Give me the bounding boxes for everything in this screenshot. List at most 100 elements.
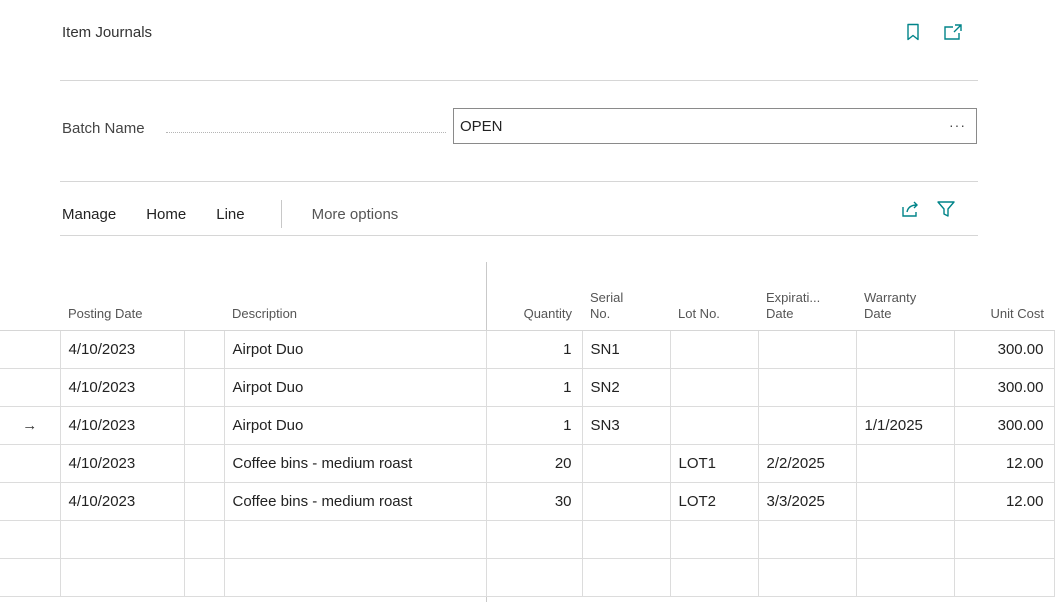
open-new-window-icon[interactable] bbox=[943, 22, 963, 42]
cell-description[interactable] bbox=[223, 519, 487, 559]
cell-lot-no[interactable] bbox=[669, 519, 759, 559]
col-expiration-date[interactable]: Expirati... Date bbox=[758, 280, 856, 331]
batch-divider bbox=[60, 181, 978, 182]
bookmark-icon[interactable] bbox=[903, 22, 923, 42]
table-row[interactable]: 4/10/2023 Coffee bins - medium roast 30 … bbox=[0, 481, 1055, 521]
cell-serial-no[interactable] bbox=[581, 481, 671, 521]
col-serial-no-line2: No. bbox=[590, 305, 611, 321]
cell-description[interactable]: Airpot Duo bbox=[223, 405, 487, 445]
cell-unit-cost[interactable]: 300.00 bbox=[953, 405, 1055, 445]
cell-posting-date[interactable]: 4/10/2023 bbox=[59, 405, 185, 445]
cell-serial-no[interactable] bbox=[581, 519, 671, 559]
cell-expiration-date[interactable] bbox=[757, 329, 857, 369]
batch-name-value: OPEN bbox=[460, 117, 503, 135]
batch-name-leader bbox=[166, 132, 446, 133]
empty-row[interactable] bbox=[0, 519, 1055, 559]
cell-unit-cost[interactable] bbox=[953, 557, 1055, 597]
row-indicator: → bbox=[0, 405, 61, 445]
col-unit-cost[interactable]: Unit Cost bbox=[954, 280, 1054, 331]
cell-quantity[interactable]: 1 bbox=[485, 405, 583, 445]
cell-serial-no[interactable] bbox=[581, 443, 671, 483]
cell-quantity[interactable] bbox=[485, 557, 583, 597]
col-expiration-line2: Date bbox=[766, 305, 794, 321]
action-icons bbox=[900, 199, 956, 219]
journal-lines-grid: Posting Date Description Quantity Serial… bbox=[0, 280, 1055, 597]
cell-warranty-date[interactable]: 1/1/2025 bbox=[855, 405, 955, 445]
col-description[interactable]: Description bbox=[224, 280, 486, 331]
action-home[interactable]: Home bbox=[146, 206, 186, 223]
batch-name-lookup-button[interactable]: ··· bbox=[949, 117, 966, 133]
cell-unit-cost[interactable]: 12.00 bbox=[953, 443, 1055, 483]
cell-warranty-date[interactable] bbox=[855, 367, 955, 407]
cell-warranty-date[interactable] bbox=[855, 481, 955, 521]
col-posting-date[interactable]: Posting Date bbox=[60, 280, 184, 331]
cell-lot-no[interactable]: LOT1 bbox=[669, 443, 759, 483]
cell-quantity[interactable] bbox=[485, 519, 583, 559]
cell-spacer bbox=[183, 329, 225, 369]
cell-serial-no[interactable]: SN1 bbox=[581, 329, 671, 369]
cell-warranty-date[interactable] bbox=[855, 557, 955, 597]
table-row[interactable]: → 4/10/2023 Airpot Duo 1 SN3 1/1/2025 30… bbox=[0, 405, 1055, 445]
cell-unit-cost[interactable]: 300.00 bbox=[953, 367, 1055, 407]
cell-lot-no[interactable] bbox=[669, 405, 759, 445]
col-lot-no[interactable]: Lot No. bbox=[670, 280, 758, 331]
col-quantity[interactable]: Quantity bbox=[486, 280, 582, 331]
share-icon[interactable] bbox=[900, 199, 920, 219]
cell-spacer bbox=[183, 367, 225, 407]
cell-expiration-date[interactable] bbox=[757, 557, 857, 597]
cell-warranty-date[interactable] bbox=[855, 329, 955, 369]
cell-description[interactable]: Airpot Duo bbox=[223, 367, 487, 407]
table-row[interactable]: 4/10/2023 Airpot Duo 1 SN2 300.00 bbox=[0, 367, 1055, 407]
cell-lot-no[interactable]: LOT2 bbox=[669, 481, 759, 521]
cell-quantity[interactable]: 1 bbox=[485, 329, 583, 369]
cell-serial-no[interactable]: SN2 bbox=[581, 367, 671, 407]
table-row[interactable]: 4/10/2023 Coffee bins - medium roast 20 … bbox=[0, 443, 1055, 483]
cell-expiration-date[interactable] bbox=[757, 367, 857, 407]
cell-expiration-date[interactable] bbox=[757, 405, 857, 445]
cell-warranty-date[interactable] bbox=[855, 443, 955, 483]
col-serial-no[interactable]: Serial No. bbox=[582, 280, 670, 331]
cell-posting-date[interactable]: 4/10/2023 bbox=[59, 481, 185, 521]
cell-description[interactable]: Airpot Duo bbox=[223, 329, 487, 369]
cell-unit-cost[interactable] bbox=[953, 519, 1055, 559]
row-indicator bbox=[0, 557, 61, 597]
cell-spacer bbox=[183, 443, 225, 483]
cell-posting-date[interactable]: 4/10/2023 bbox=[59, 329, 185, 369]
cell-quantity[interactable]: 1 bbox=[485, 367, 583, 407]
cell-expiration-date[interactable] bbox=[757, 519, 857, 559]
cell-posting-date[interactable] bbox=[59, 557, 185, 597]
cell-lot-no[interactable] bbox=[669, 557, 759, 597]
cell-posting-date[interactable]: 4/10/2023 bbox=[59, 443, 185, 483]
cell-description[interactable]: Coffee bins - medium roast bbox=[223, 443, 487, 483]
cell-unit-cost[interactable]: 12.00 bbox=[953, 481, 1055, 521]
action-more-options[interactable]: More options bbox=[312, 206, 399, 223]
cell-expiration-date[interactable]: 2/2/2025 bbox=[757, 443, 857, 483]
filter-icon[interactable] bbox=[936, 199, 956, 219]
col-warranty-date[interactable]: Warranty Date bbox=[856, 280, 954, 331]
cell-description[interactable] bbox=[223, 557, 487, 597]
table-row[interactable]: 4/10/2023 Airpot Duo 1 SN1 300.00 bbox=[0, 329, 1055, 369]
cell-description[interactable]: Coffee bins - medium roast bbox=[223, 481, 487, 521]
cell-serial-no[interactable] bbox=[581, 557, 671, 597]
cell-posting-date[interactable]: 4/10/2023 bbox=[59, 367, 185, 407]
cell-serial-no[interactable]: SN3 bbox=[581, 405, 671, 445]
action-line[interactable]: Line bbox=[216, 206, 244, 223]
cell-unit-cost[interactable]: 300.00 bbox=[953, 329, 1055, 369]
row-indicator bbox=[0, 481, 61, 521]
cell-warranty-date[interactable] bbox=[855, 519, 955, 559]
cell-spacer bbox=[183, 481, 225, 521]
cell-lot-no[interactable] bbox=[669, 367, 759, 407]
col-indicator bbox=[0, 280, 60, 331]
action-separator bbox=[280, 200, 282, 228]
cell-quantity[interactable]: 20 bbox=[485, 443, 583, 483]
empty-row[interactable] bbox=[0, 557, 1055, 597]
cell-quantity[interactable]: 30 bbox=[485, 481, 583, 521]
cell-expiration-date[interactable]: 3/3/2025 bbox=[757, 481, 857, 521]
batch-name-field[interactable]: OPEN ··· bbox=[453, 108, 977, 144]
cell-lot-no[interactable] bbox=[669, 329, 759, 369]
header-divider bbox=[60, 80, 978, 81]
batch-name-label: Batch Name bbox=[62, 120, 145, 137]
action-manage[interactable]: Manage bbox=[62, 206, 116, 223]
cell-posting-date[interactable] bbox=[59, 519, 185, 559]
col-warranty-line1: Warranty bbox=[864, 289, 917, 305]
